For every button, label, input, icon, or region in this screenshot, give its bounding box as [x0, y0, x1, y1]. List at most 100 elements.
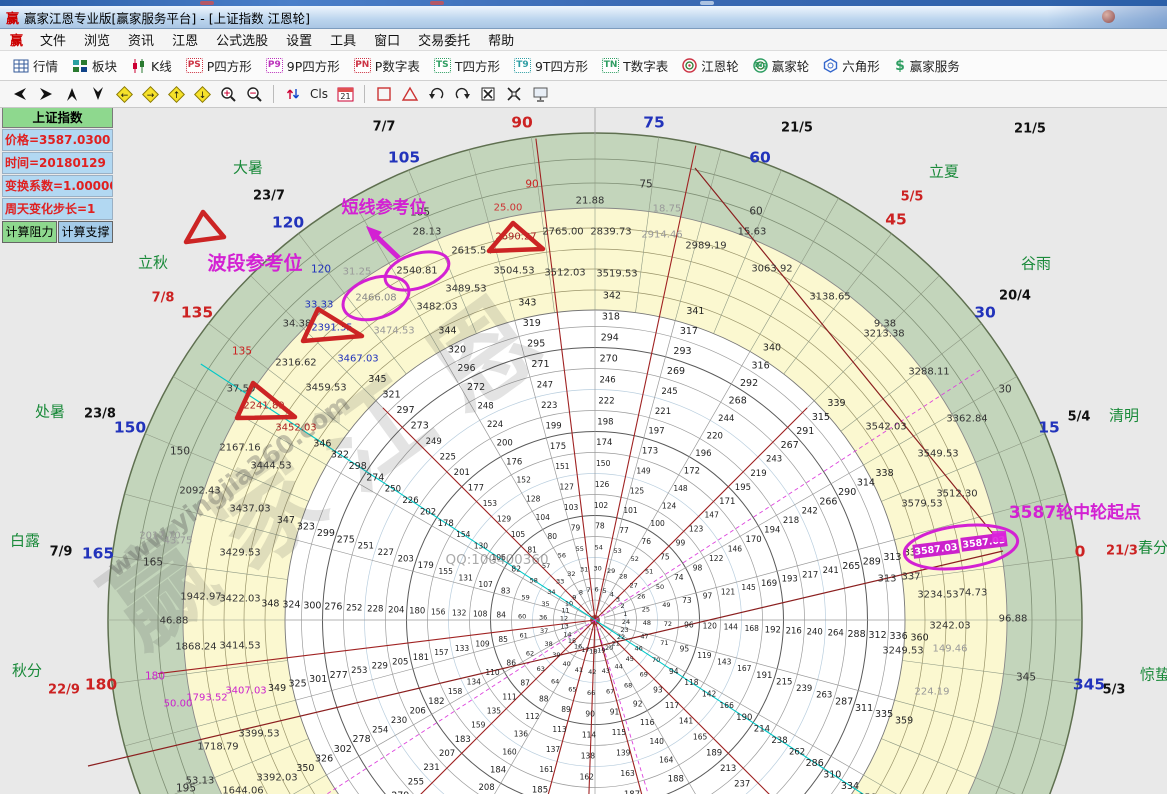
toolbar-label: P数字表 — [375, 56, 420, 75]
menu-item-5[interactable]: 设置 — [277, 34, 321, 49]
zoom-in-button[interactable]: + — [216, 83, 240, 105]
step-right-button[interactable]: → — [138, 83, 162, 105]
menu-bar: 赢 文件浏览资讯江恩公式选股设置工具窗口交易委托帮助 — [0, 29, 1167, 51]
ps-icon: PS — [186, 58, 203, 73]
square-button[interactable] — [372, 83, 396, 105]
step-up-button[interactable]: ↑ — [164, 83, 188, 105]
toolbar-button-7[interactable]: T9 9T四方形 — [507, 56, 595, 75]
pn-icon: PN — [354, 58, 371, 73]
svg-text:21: 21 — [340, 92, 350, 101]
calendar-button[interactable]: 21 — [333, 83, 357, 105]
rotate-left-button[interactable] — [8, 83, 32, 105]
toolbar-label: 9P四方形 — [287, 56, 340, 75]
toolbar-button-12[interactable]: $ 赢家服务 — [887, 56, 967, 75]
main-toolbar: 行情 板块 K线 PS P四方形 P9 9P四方形 PN P数字表 TS T四方形 T9 9T四方形 TN… — [0, 51, 1167, 81]
menu-item-1[interactable]: 浏览 — [75, 34, 119, 49]
p9-icon: P9 — [266, 58, 283, 73]
table-icon — [13, 59, 29, 73]
toolbar-label: 赢家轮 — [772, 56, 810, 75]
background-tab-blob — [700, 1, 714, 5]
toolbar-label: 赢家服务 — [910, 56, 960, 75]
symbol-name: 上证指数 — [2, 107, 113, 128]
toolbar-label: T四方形 — [455, 56, 500, 75]
svg-text:↓: ↓ — [198, 91, 206, 101]
step-down-button[interactable]: ↓ — [190, 83, 214, 105]
client-area: 上证指数 价格=3587.0300时间=20180129变换系数=1.00000… — [0, 104, 1167, 794]
menu-item-6[interactable]: 工具 — [321, 34, 365, 49]
menu-item-3[interactable]: 江恩 — [163, 34, 207, 49]
blocks-icon — [72, 59, 88, 73]
toolbar-separator — [273, 85, 274, 103]
svg-text:$: $ — [895, 58, 905, 73]
hex-icon — [823, 58, 838, 73]
tn-icon: TN — [602, 58, 619, 73]
kline-icon — [131, 59, 147, 73]
delete-box-button[interactable] — [476, 83, 500, 105]
menu-item-0[interactable]: 文件 — [31, 34, 75, 49]
rotate-up-button[interactable] — [60, 83, 84, 105]
toolbar-button-4[interactable]: P9 9P四方形 — [259, 56, 347, 75]
info-rows: 价格=3587.0300时间=20180129变换系数=1.00000周天变化步… — [2, 129, 113, 220]
drawing-toolbar: ← → ↑ ↓ + − Cls 21 — [0, 81, 1167, 108]
toolbar-button-5[interactable]: PN P数字表 — [347, 56, 427, 75]
info-panel: 上证指数 价格=3587.0300时间=20180129变换系数=1.00000… — [2, 107, 113, 243]
menu-items: 文件浏览资讯江恩公式选股设置工具窗口交易委托帮助 — [31, 30, 523, 49]
shrink-button[interactable] — [502, 83, 526, 105]
rotate-right-button[interactable] — [34, 83, 58, 105]
title-bar: 赢 赢家江恩专业版[赢家服务平台] - [上证指数 江恩轮] — [0, 6, 1167, 29]
window-title: 赢家江恩专业版[赢家服务平台] - [上证指数 江恩轮] — [24, 8, 310, 27]
menu-item-9[interactable]: 帮助 — [479, 34, 523, 49]
bullseye-icon: Big — [753, 58, 768, 73]
app-icon: 赢 — [6, 8, 19, 27]
dollar-icon: $ — [894, 58, 906, 73]
toolbar-button-2[interactable]: K线 — [124, 56, 179, 75]
toolbar-button-0[interactable]: 行情 — [6, 56, 65, 75]
toolbar-button-11[interactable]: 六角形 — [816, 56, 887, 75]
toolbar-button-6[interactable]: TS T四方形 — [427, 56, 507, 75]
toolbar-button-10[interactable]: Big 赢家轮 — [746, 56, 817, 75]
arc-cw-button[interactable] — [450, 83, 474, 105]
toolbar-label: 板块 — [92, 56, 117, 75]
calc-resistance-button[interactable]: 计算阻力 — [2, 221, 57, 243]
arc-ccw-button[interactable] — [424, 83, 448, 105]
info-row-1: 时间=20180129 — [2, 152, 113, 174]
screen-button[interactable] — [528, 83, 552, 105]
menu-item-4[interactable]: 公式选股 — [207, 34, 277, 49]
t9-icon: T9 — [514, 58, 531, 73]
toolbar-label: K线 — [151, 56, 172, 75]
background-tab-blob — [430, 1, 444, 5]
triangle-button[interactable] — [398, 83, 422, 105]
toolbar-separator — [364, 85, 365, 103]
info-row-2: 变换系数=1.00000 — [2, 175, 113, 197]
bullseye-icon — [682, 58, 697, 73]
toolbar-button-8[interactable]: TNT数字表 — [595, 56, 675, 75]
svg-text:←: ← — [120, 91, 128, 101]
background-window-icon — [1102, 10, 1115, 23]
updown-button[interactable] — [281, 83, 305, 105]
menu-item-7[interactable]: 窗口 — [365, 34, 409, 49]
toolbar-label: 行情 — [33, 56, 58, 75]
info-buttons: 计算阻力计算支撑 — [2, 221, 113, 243]
toolbar-button-1[interactable]: 板块 — [65, 56, 124, 75]
step-left-button[interactable]: ← — [112, 83, 136, 105]
toolbar-label: 9T四方形 — [535, 56, 588, 75]
menu-item-2[interactable]: 资讯 — [119, 34, 163, 49]
info-row-3: 周天变化步长=1 — [2, 198, 113, 220]
toolbar-label: P四方形 — [207, 56, 252, 75]
cls-button[interactable]: Cls — [307, 83, 331, 105]
toolbar-button-3[interactable]: PS P四方形 — [179, 56, 259, 75]
app-logo: 赢 — [0, 30, 31, 49]
rotate-down-button[interactable] — [86, 83, 110, 105]
ts-icon: TS — [434, 58, 451, 73]
svg-text:→: → — [146, 91, 154, 101]
toolbar-label: 江恩轮 — [701, 56, 739, 75]
info-row-0: 价格=3587.0300 — [2, 129, 113, 151]
toolbar-label: 六角形 — [842, 56, 880, 75]
calc-support-button[interactable]: 计算支撑 — [58, 221, 113, 243]
zoom-out-button[interactable]: − — [242, 83, 266, 105]
menu-item-8[interactable]: 交易委托 — [409, 34, 479, 49]
toolbar-button-9[interactable]: 江恩轮 — [675, 56, 746, 75]
svg-text:−: − — [249, 89, 257, 99]
background-tab-blob — [200, 1, 214, 5]
svg-text:+: + — [223, 89, 231, 99]
